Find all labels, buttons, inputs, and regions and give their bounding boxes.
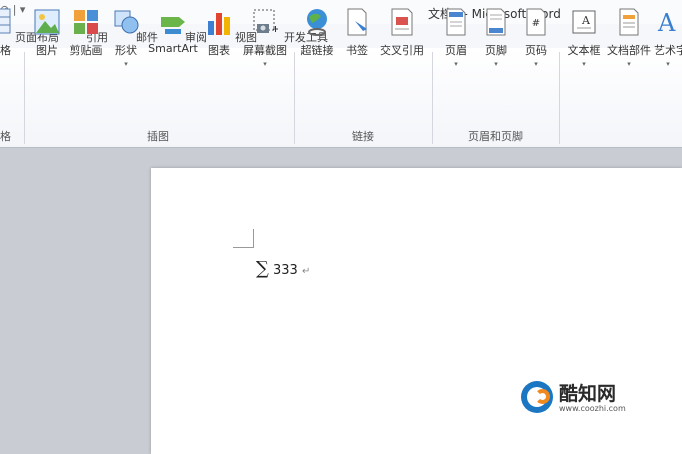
table-icon bbox=[0, 8, 11, 34]
shapes-button[interactable]: 形状 ▾ bbox=[110, 4, 142, 84]
picture-button[interactable]: 图片 bbox=[30, 4, 64, 84]
text-box-button[interactable]: A 文本框 ▾ bbox=[564, 4, 604, 84]
quick-parts-icon bbox=[619, 8, 639, 36]
quick-parts-dropdown-arrow[interactable]: ▾ bbox=[604, 60, 654, 68]
shapes-label: 形状 bbox=[115, 44, 137, 57]
page-number-label: 页码 bbox=[525, 44, 547, 57]
header-label: 页眉 bbox=[445, 44, 467, 57]
globe-icon bbox=[307, 9, 327, 36]
page-number-dropdown-arrow[interactable]: ▾ bbox=[520, 60, 552, 68]
shapes-icon bbox=[114, 10, 139, 34]
sigma-symbol: ∑ bbox=[256, 258, 269, 279]
svg-text:#: # bbox=[532, 18, 540, 29]
watermark-name: 酷知网 bbox=[559, 383, 617, 405]
cross-reference-label: 交叉引用 bbox=[380, 44, 424, 57]
wordart-button[interactable]: A 艺术字 ▾ bbox=[654, 4, 682, 84]
header-icon bbox=[446, 8, 466, 36]
screenshot-dropdown-arrow[interactable]: ▾ bbox=[238, 60, 292, 68]
wordart-icon: A bbox=[657, 9, 676, 37]
footer-label: 页脚 bbox=[485, 44, 507, 57]
picture-label: 图片 bbox=[36, 44, 58, 57]
smartart-icon bbox=[161, 17, 185, 34]
group-separator bbox=[432, 52, 433, 144]
watermark: 酷知网 www.coozhi.com bbox=[511, 374, 651, 416]
paragraph-mark: ↵ bbox=[301, 266, 311, 277]
hyperlink-button[interactable]: 超链接 bbox=[298, 4, 336, 84]
bookmark-button[interactable]: 书签 bbox=[340, 4, 374, 84]
table-label: 格 bbox=[0, 44, 11, 57]
equation[interactable]: ∑ 333 ↵ bbox=[256, 258, 310, 279]
page-number-button[interactable]: # 页码 ▾ bbox=[520, 4, 552, 84]
svg-text:A: A bbox=[581, 14, 591, 27]
equation-text: 333 bbox=[273, 263, 298, 278]
page-number-icon: # bbox=[526, 8, 546, 36]
svg-text:A: A bbox=[657, 9, 676, 37]
wordart-label: 艺术字 bbox=[654, 44, 682, 57]
table-button[interactable]: 格 bbox=[0, 4, 16, 84]
screenshot-label: 屏幕截图 bbox=[243, 44, 287, 57]
smartart-button[interactable]: SmartArt bbox=[146, 4, 200, 84]
cross-reference-icon bbox=[391, 8, 413, 36]
watermark-url: www.coozhi.com bbox=[559, 404, 626, 413]
bookmark-label: 书签 bbox=[346, 44, 368, 57]
group-label-tables: 格 bbox=[0, 130, 11, 143]
group-label-illustrations: 插图 bbox=[147, 130, 169, 143]
footer-dropdown-arrow[interactable]: ▾ bbox=[480, 60, 512, 68]
text-box-icon: A bbox=[572, 10, 596, 34]
hyperlink-label: 超链接 bbox=[300, 44, 334, 57]
group-separator bbox=[559, 52, 560, 144]
clip-art-button[interactable]: 剪贴画 bbox=[66, 4, 106, 84]
clip-art-icon bbox=[74, 10, 98, 34]
group-label-links: 链接 bbox=[352, 130, 374, 143]
watermark-logo-accent bbox=[535, 389, 550, 404]
text-box-dropdown-arrow[interactable]: ▾ bbox=[564, 60, 604, 68]
shapes-dropdown-arrow[interactable]: ▾ bbox=[110, 60, 142, 68]
footer-icon bbox=[486, 8, 506, 36]
smartart-label: SmartArt bbox=[148, 42, 198, 55]
wordart-dropdown-arrow[interactable]: ▾ bbox=[654, 60, 682, 68]
group-separator bbox=[24, 52, 25, 144]
picture-icon bbox=[34, 9, 60, 35]
group-separator bbox=[294, 52, 295, 144]
bookmark-icon bbox=[347, 8, 367, 36]
chart-icon bbox=[208, 13, 230, 35]
header-dropdown-arrow[interactable]: ▾ bbox=[440, 60, 472, 68]
screenshot-button[interactable]: 屏幕截图 ▾ bbox=[238, 4, 292, 84]
header-button[interactable]: 页眉 ▾ bbox=[440, 4, 472, 84]
cross-reference-button[interactable]: 交叉引用 bbox=[376, 4, 428, 84]
footer-button[interactable]: 页脚 ▾ bbox=[480, 4, 512, 84]
group-label-header-footer: 页眉和页脚 bbox=[468, 130, 523, 143]
text-box-label: 文本框 bbox=[567, 44, 601, 57]
margin-corner-mark bbox=[233, 229, 254, 248]
quick-parts-button[interactable]: 文档部件 ▾ bbox=[604, 4, 654, 84]
screenshot-icon bbox=[253, 9, 278, 33]
chart-button[interactable]: 图表 bbox=[202, 4, 236, 84]
quick-parts-label: 文档部件 bbox=[607, 44, 651, 57]
chart-label: 图表 bbox=[208, 44, 230, 57]
clip-art-label: 剪贴画 bbox=[69, 44, 103, 57]
